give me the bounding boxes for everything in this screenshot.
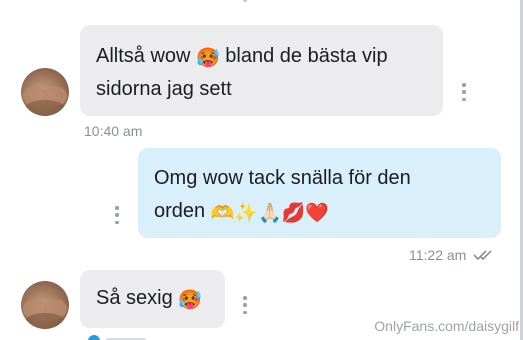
scroll-indicator	[243, 0, 247, 2]
message-options-icon[interactable]	[115, 206, 119, 224]
avatar[interactable]	[21, 281, 69, 329]
double-check-icon	[473, 250, 492, 261]
avatar[interactable]	[21, 68, 69, 116]
message-options-icon[interactable]	[243, 296, 247, 314]
message-text: Så sexig 🥵	[96, 287, 202, 311]
emoji-sequence: 🫶✨🙏🏻💋❤️	[210, 202, 330, 224]
watermark: OnlyFans.com/daisygilf	[374, 318, 519, 334]
hot-face-emoji: 🥵	[196, 47, 220, 69]
chat-thread: Alltså wow 🥵 bland de bästa vip sidorna …	[0, 0, 523, 340]
message-text: Omg wow tack snälla för den orden 🫶✨🙏🏻💋❤…	[154, 167, 411, 224]
message-timestamp: 10:40 am	[84, 123, 143, 139]
incoming-message-bubble[interactable]: Alltså wow 🥵 bland de bästa vip sidorna …	[80, 25, 443, 116]
hot-face-emoji: 🥵	[178, 289, 202, 311]
incoming-message-bubble[interactable]: Så sexig 🥵	[80, 270, 225, 328]
message-text: Alltså wow 🥵 bland de bästa vip sidorna …	[96, 45, 388, 100]
outgoing-message-bubble[interactable]: Omg wow tack snälla för den orden 🫶✨🙏🏻💋❤…	[138, 148, 501, 238]
message-timestamp: 11:22 am	[409, 247, 467, 263]
like-icon[interactable]	[88, 335, 100, 340]
message-options-icon[interactable]	[462, 83, 466, 101]
